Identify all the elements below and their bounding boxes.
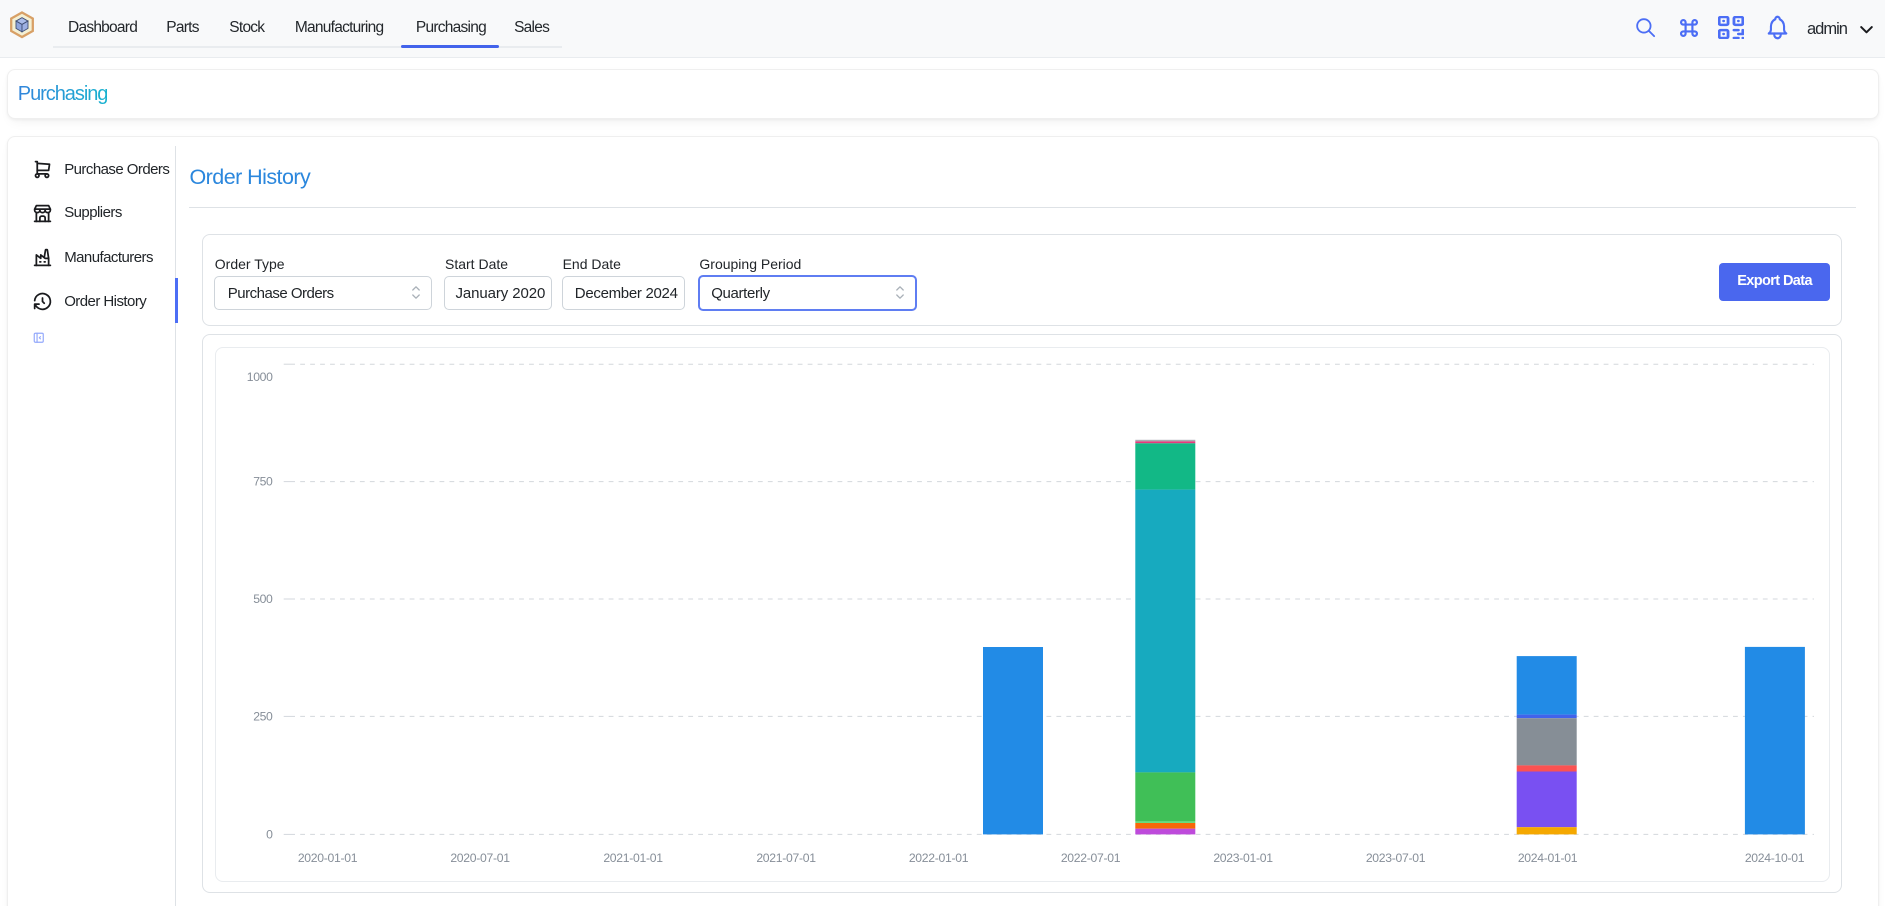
svg-text:2023-07-01: 2023-07-01: [1366, 851, 1426, 865]
svg-text:250: 250: [253, 709, 273, 723]
svg-text:2023-01-01: 2023-01-01: [1213, 851, 1273, 865]
svg-text:0: 0: [266, 827, 273, 841]
svg-text:750: 750: [253, 475, 273, 489]
svg-text:500: 500: [253, 592, 273, 606]
svg-text:2024-01-01: 2024-01-01: [1518, 851, 1578, 865]
svg-text:1000: 1000: [247, 370, 273, 384]
svg-text:2024-10-01: 2024-10-01: [1745, 851, 1805, 865]
svg-text:2020-07-01: 2020-07-01: [450, 851, 510, 865]
svg-text:2022-07-01: 2022-07-01: [1061, 851, 1121, 865]
svg-text:2022-01-01: 2022-01-01: [909, 851, 969, 865]
svg-text:2021-01-01: 2021-01-01: [603, 851, 663, 865]
svg-text:2020-01-01: 2020-01-01: [298, 851, 358, 865]
svg-text:2021-07-01: 2021-07-01: [756, 851, 816, 865]
